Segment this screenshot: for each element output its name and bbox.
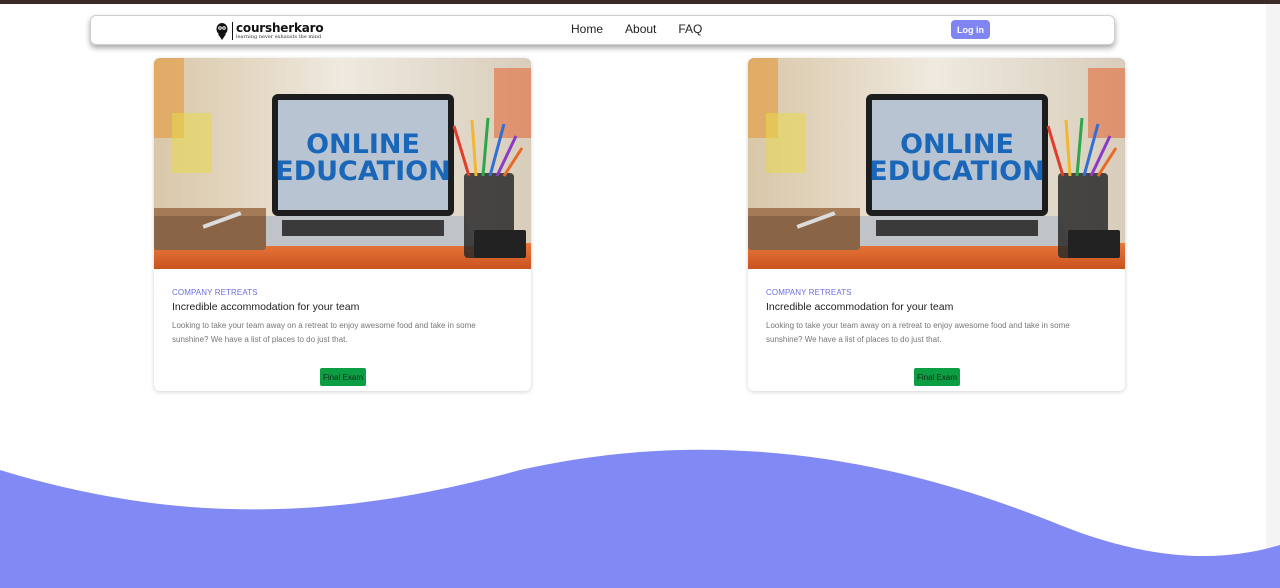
brand-name: coursherkaro xyxy=(236,21,324,35)
login-button[interactable]: Log in xyxy=(951,20,990,39)
nav-link-about[interactable]: About xyxy=(625,22,656,36)
card-category: COMPANY RETREATS xyxy=(172,288,258,297)
card-title: Incredible accommodation for your team xyxy=(172,301,360,313)
image-headline-line2: EDUCATION xyxy=(275,156,450,187)
image-headline-line2: EDUCATION xyxy=(869,156,1044,187)
card-category: COMPANY RETREATS xyxy=(766,288,852,297)
top-border-bar xyxy=(0,0,1280,4)
card-description: Looking to take your team away on a retr… xyxy=(172,321,476,344)
wave-shape xyxy=(0,449,1280,588)
final-exam-button[interactable]: Final Exam xyxy=(914,368,960,386)
nav-link-home[interactable]: Home xyxy=(571,22,603,36)
brand-tagline: learning never exhausts the mind xyxy=(236,34,322,40)
brand-logo[interactable]: coursherkaro learning never exhausts the… xyxy=(215,20,324,42)
card-description: Looking to take your team away on a retr… xyxy=(766,321,1070,344)
online-education-image: ONLINE EDUCATION xyxy=(154,58,531,269)
decorative-wave xyxy=(0,449,1280,588)
nav-links: Home About FAQ xyxy=(571,22,702,36)
nav-link-faq[interactable]: FAQ xyxy=(678,22,702,36)
owl-head-icon xyxy=(216,23,228,40)
course-card: ONLINE EDUCATION COMPANY RETREATS Incred… xyxy=(748,58,1125,391)
final-exam-button[interactable]: Final Exam xyxy=(320,368,366,386)
online-education-image: ONLINE EDUCATION xyxy=(748,58,1125,269)
navbar: coursherkaro learning never exhausts the… xyxy=(90,15,1115,45)
course-card: ONLINE EDUCATION COMPANY RETREATS Incred… xyxy=(154,58,531,391)
card-title: Incredible accommodation for your team xyxy=(766,301,954,313)
